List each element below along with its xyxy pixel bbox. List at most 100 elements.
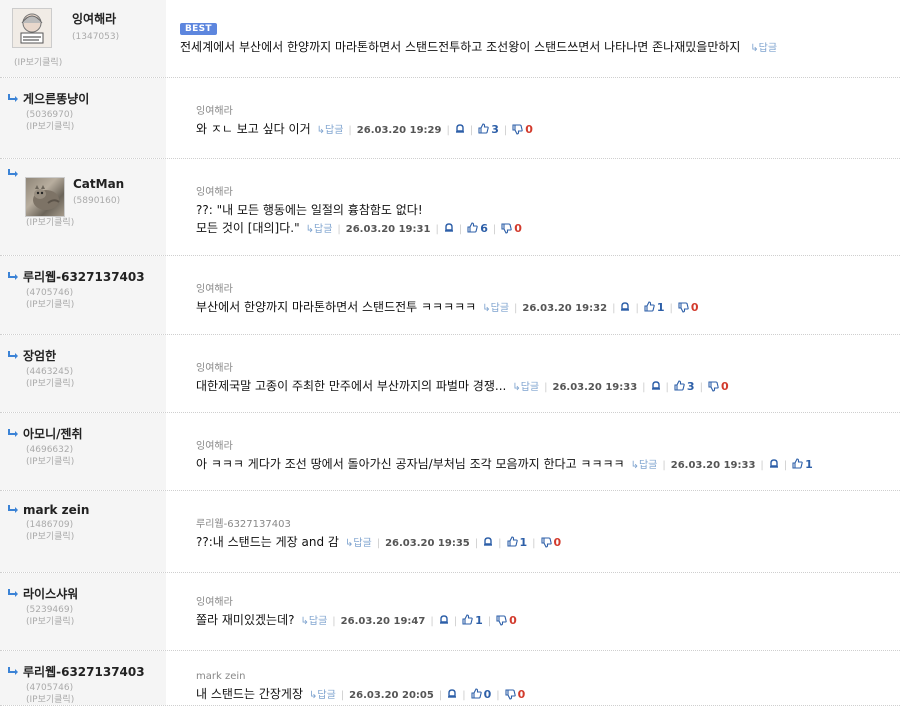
comment-user-id: (5036970)	[26, 110, 74, 120]
reply-button[interactable]: ↳답글	[306, 224, 333, 235]
ip-toggle[interactable]: (IP보기클릭)	[26, 531, 166, 543]
upvote-count: 1	[656, 301, 665, 314]
report-bell-icon[interactable]	[620, 301, 630, 314]
comment-text-line: 모든 것이 [대의]다." ↳답글 | 26.03.20 19:31 | | 6 | 0	[196, 219, 900, 239]
downvote-button[interactable]: 0	[512, 122, 533, 136]
reply-button[interactable]: ↳답글	[301, 616, 328, 627]
report-bell-icon[interactable]	[483, 536, 493, 549]
comment-text: 아 ㅋㅋㅋ 게다가 조선 땅에서 돌아가신 공자님/부처님 조각 모음까지 한다…	[196, 457, 625, 471]
parent-author[interactable]: 잉여해라	[196, 359, 900, 374]
comment-nickname[interactable]: 라이스샤워	[23, 585, 78, 602]
comment-row: mark zein (1486709) (IP보기클릭) 루리웹-6327137403…	[0, 491, 900, 573]
divider: |	[498, 538, 502, 549]
best-comment-body: BEST 전세계에서 부산에서 한양까지 마라톤하면서 스탠드전투하고 조선왕이…	[166, 0, 900, 77]
parent-author[interactable]: 루리웹-6327137403	[196, 515, 900, 530]
downvote-button[interactable]: 0	[505, 687, 525, 701]
reply-button[interactable]: ↳답글	[512, 382, 539, 393]
ip-toggle[interactable]: (IP보기클릭)	[26, 378, 166, 390]
report-bell-icon[interactable]	[447, 688, 457, 701]
ip-toggle[interactable]: (IP보기클릭)	[26, 616, 166, 628]
downvote-button[interactable]: 0	[496, 613, 517, 627]
parent-author[interactable]: 잉여해라	[196, 280, 900, 295]
reply-button[interactable]: ↳답글	[631, 460, 658, 471]
upvote-button[interactable]: 6	[467, 221, 488, 235]
upvote-count: 0	[483, 688, 492, 701]
parent-author[interactable]: 잉여해라	[196, 437, 900, 452]
downvote-button[interactable]: 0	[708, 379, 729, 393]
comment-author-panel: 라이스샤워 (5239469) (IP보기클릭)	[0, 573, 166, 650]
downvote-count: 0	[509, 614, 517, 627]
comment-row: 루리웹-6327137403 (4705746) (IP보기클릭) 잉여해라 부산에서 …	[0, 256, 900, 335]
divider: |	[376, 538, 381, 549]
best-comment: 잉여해라 (1347053) (IP보기클릭) BEST 전세계에서 부산에서 …	[0, 0, 900, 78]
comment-text: 대한제국말 고종이 주최한 만주에서 부산까지의 파벌마 경쟁...	[196, 379, 507, 393]
comment-nickname[interactable]: 장엄한	[23, 347, 56, 364]
upvote-button[interactable]: 3	[478, 122, 499, 136]
comment-text-line: 와 ㅈㄴ 보고 싶다 이거 ↳답글 | 26.03.20 19:29 | | 3 | 0	[196, 120, 900, 140]
comment-nickname[interactable]: 게으른똥냥이	[23, 90, 89, 107]
comment-author-panel: 루리웹-6327137403 (4705746) (IP보기클릭)	[0, 256, 166, 334]
avatar[interactable]	[12, 8, 52, 48]
ip-toggle[interactable]: (IP보기클릭)	[26, 299, 166, 311]
downvote-button[interactable]: 0	[540, 535, 561, 549]
downvote-button[interactable]: 0	[501, 221, 522, 235]
thumb-down-icon	[496, 613, 507, 627]
ip-toggle[interactable]: (IP보기클릭)	[26, 694, 166, 706]
report-bell-icon[interactable]	[769, 458, 779, 471]
comment-date: 26.03.20 19:33	[552, 382, 638, 393]
best-nickname[interactable]: 잉여해라	[72, 10, 119, 27]
upvote-button[interactable]: 1	[792, 457, 813, 471]
divider: |	[462, 690, 466, 701]
ip-toggle[interactable]: (IP보기클릭)	[26, 456, 166, 468]
parent-author[interactable]: 잉여해라	[196, 593, 900, 608]
parent-author[interactable]: mark zein	[196, 671, 900, 682]
divider: |	[635, 303, 639, 314]
ip-toggle[interactable]: (IP보기클릭)	[26, 121, 166, 133]
divider: |	[458, 224, 463, 235]
comment-row: 라이스샤워 (5239469) (IP보기클릭) 잉여해라 쫄라 재미있겠는데? ↳답글 |…	[0, 573, 900, 651]
comment-nickname[interactable]: 루리웹-6327137403	[23, 268, 145, 285]
reply-button[interactable]: ↳답글	[317, 125, 344, 136]
divider: |	[438, 690, 443, 701]
reply-button[interactable]: ↳답글	[309, 690, 336, 701]
comment-date: 26.03.20 19:47	[340, 616, 426, 627]
ip-toggle[interactable]: (IP보기클릭)	[26, 217, 166, 229]
report-bell-icon[interactable]	[439, 614, 449, 627]
upvote-count: 1	[475, 614, 483, 627]
parent-author[interactable]: 잉여해라	[196, 183, 900, 198]
comment-user-id: (4463245)	[26, 367, 74, 377]
reply-arrow-icon	[8, 665, 20, 679]
comment-text: ??: "내 모든 행동에는 일절의 흉참함도 없다!	[196, 203, 423, 217]
parent-author[interactable]: 잉여해라	[196, 102, 900, 117]
comment-nickname[interactable]: 아모니/젠취	[23, 425, 83, 442]
upvote-button[interactable]: 3	[674, 379, 695, 393]
best-ip-toggle[interactable]: (IP보기클릭)	[14, 55, 166, 68]
comment-date: 26.03.20 19:35	[385, 538, 470, 549]
upvote-button[interactable]: 0	[471, 687, 492, 701]
report-bell-icon[interactable]	[455, 123, 465, 136]
comment-nickname[interactable]: CatMan	[73, 177, 124, 191]
downvote-button[interactable]: 0	[678, 300, 699, 314]
comment-text: 와 ㅈㄴ 보고 싶다 이거	[196, 122, 311, 136]
thumb-up-icon	[506, 535, 518, 549]
reply-arrow-icon	[8, 167, 20, 181]
divider: |	[642, 382, 646, 393]
comment-body: 잉여해라대한제국말 고종이 주최한 만주에서 부산까지의 파벌마 경쟁... ↳답…	[166, 335, 900, 412]
comment-user-id: (5239469)	[26, 605, 74, 615]
report-bell-icon[interactable]	[651, 380, 661, 393]
comment-text-line: ??: "내 모든 행동에는 일절의 흉참함도 없다!	[196, 201, 900, 219]
comment-text: ??:내 스탠드는 게장 and 감	[196, 535, 339, 549]
avatar[interactable]	[25, 177, 65, 217]
best-badge: BEST	[180, 23, 217, 35]
reply-button[interactable]: ↳답글	[750, 43, 777, 54]
upvote-button[interactable]: 1	[462, 613, 483, 627]
comment-nickname[interactable]: mark zein	[23, 503, 89, 517]
reply-button[interactable]: ↳답글	[482, 303, 509, 314]
comment-date: 26.03.20 19:29	[356, 125, 442, 136]
comment-nickname[interactable]: 루리웹-6327137403	[23, 663, 145, 680]
report-bell-icon[interactable]	[444, 222, 454, 235]
upvote-button[interactable]: 1	[644, 300, 665, 314]
comment-row: 아모니/젠취 (4696632) (IP보기클릭) 잉여해라 아 ㅋㅋㅋ 게다가 조선 …	[0, 413, 900, 491]
upvote-button[interactable]: 1	[506, 535, 527, 549]
reply-button[interactable]: ↳답글	[345, 538, 372, 549]
